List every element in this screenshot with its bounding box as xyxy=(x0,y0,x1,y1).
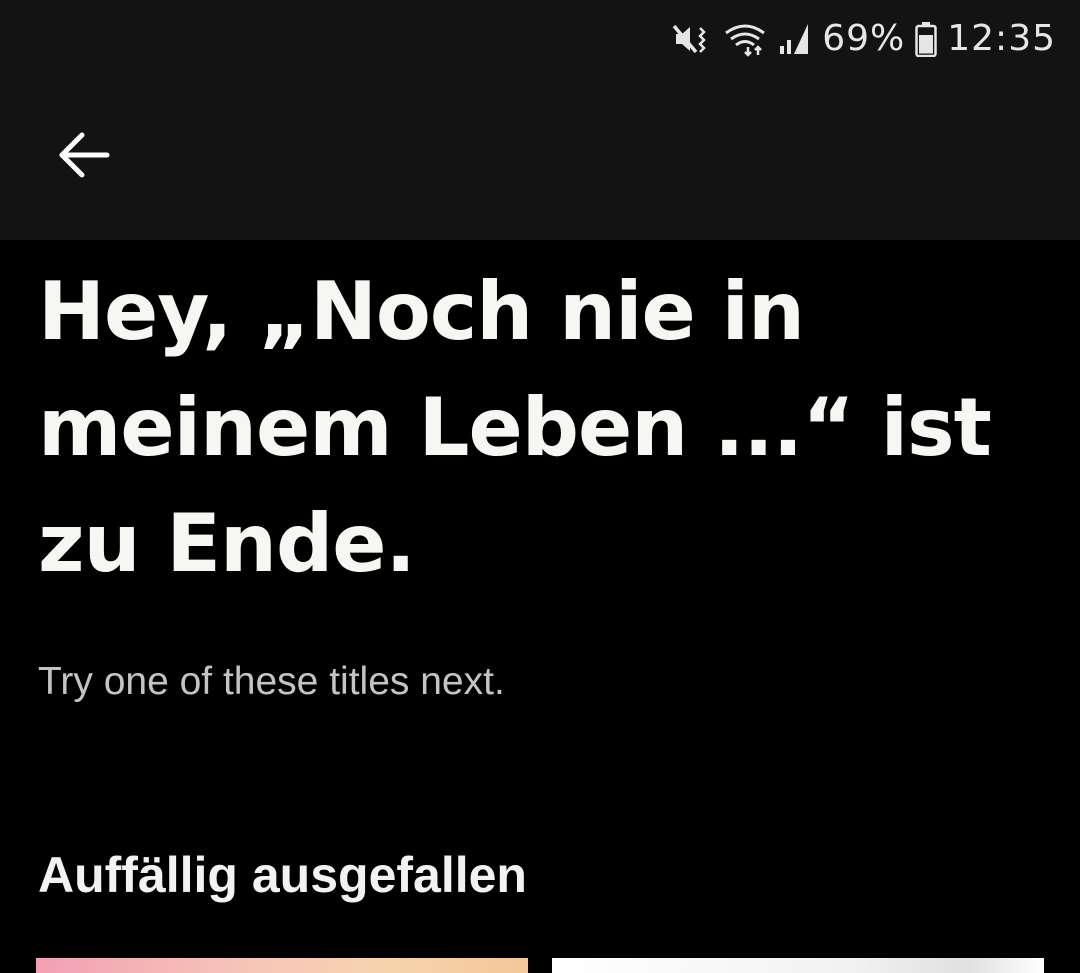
status-bar: 69% 12:35 xyxy=(0,0,1080,80)
cell-signal-icon xyxy=(778,22,812,56)
mute-vibrate-icon xyxy=(672,22,712,56)
status-icons: 69% 12:35 xyxy=(672,14,1056,64)
battery-icon xyxy=(915,21,937,57)
app-bar xyxy=(0,80,1080,240)
clock: 12:35 xyxy=(947,18,1056,59)
page-title: Hey, „Noch nie in meinem Leben ...“ ist … xyxy=(38,254,1038,602)
back-button[interactable] xyxy=(40,120,128,194)
wifi-icon xyxy=(722,21,768,57)
title-card[interactable] xyxy=(552,958,1044,973)
screen: 69% 12:35 Hey, „Noch nie in meinem Leben… xyxy=(0,0,1080,973)
arrow-left-icon xyxy=(58,132,110,183)
battery-percent: 69% xyxy=(822,18,906,59)
headline-line-1: Hey, „Noch nie in xyxy=(38,265,805,358)
title-card[interactable] xyxy=(36,958,528,973)
section-title: Auffällig ausgefallen xyxy=(38,847,527,903)
subtitle: Try one of these titles next. xyxy=(38,660,505,703)
headline-line-2: meinem Leben ...“ ist xyxy=(38,381,992,474)
headline-line-3: zu Ende. xyxy=(38,497,416,590)
